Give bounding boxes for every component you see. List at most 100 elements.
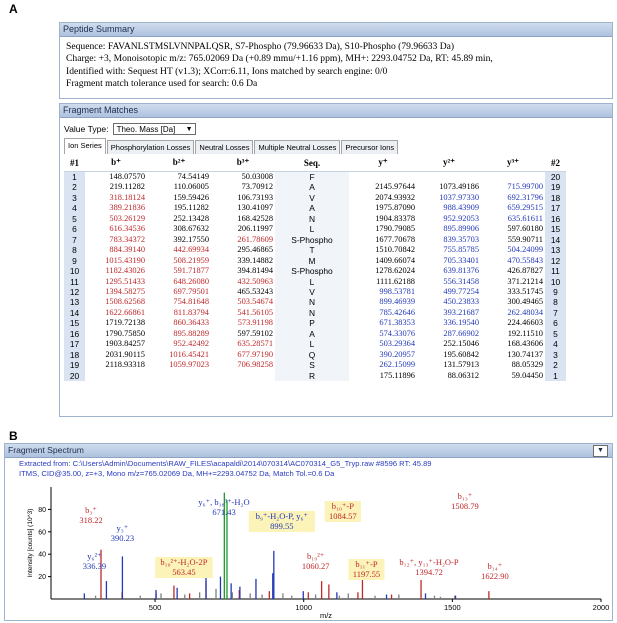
cell-y2: 556.31458 — [443, 276, 479, 286]
row-index-right: 10 — [545, 276, 566, 287]
cell-sequence-residue: N — [275, 297, 349, 308]
cell-b1: 1015.43190 — [105, 255, 145, 265]
cell-b1: 884.39140 — [109, 245, 145, 255]
tab-ion-series[interactable]: Ion Series — [64, 138, 106, 154]
fragment-matches-title: Fragment Matches — [60, 104, 612, 118]
peak-annotation-label: 1394.72 — [415, 567, 443, 577]
table-row[interactable]: 20 R 175.11896 88.06312 59.04450 1 — [64, 370, 566, 382]
cell-b1: 1394.58275 — [105, 286, 145, 296]
cell-sequence-residue: S — [275, 360, 349, 371]
table-row[interactable]: 10 1182.43026 591.71877 394.81494 S-Phospho 1… — [64, 266, 566, 277]
peak-annotation-label: 1084.57 — [329, 511, 357, 521]
peak-annotation-label: b₉⁺-H₂O-P, y₆⁺ — [256, 511, 309, 521]
table-row[interactable]: 16 1790.75850 895.88289 597.59102 A 574.33076… — [64, 328, 566, 340]
cell-y2: 705.33401 — [443, 255, 479, 265]
table-row[interactable]: 15 1719.72138 860.36433 573.91198 P 671.38353… — [64, 318, 566, 329]
cell-y2: 839.35703 — [443, 234, 479, 244]
cell-sequence-residue: P — [275, 318, 349, 329]
cell-b3: 394.81494 — [237, 266, 273, 276]
col-header-y3: y³⁺ — [481, 154, 545, 172]
cell-b3 — [211, 371, 275, 381]
col-header-idx2: #2 — [545, 154, 566, 172]
cell-y1: 671.38353 — [379, 318, 415, 328]
ion-tabs: Ion Series Phosphorylation Losses Neutra… — [64, 138, 399, 154]
table-row[interactable]: 13 1508.62568 754.81648 503.54674 N 899.46939… — [64, 297, 566, 308]
row-index-right: 18 — [545, 192, 566, 204]
y-tick-label: 40 — [38, 552, 46, 559]
spectrum-scan-info: ITMS, CID@35.00, z=+3, Mono m/z=765.0206… — [19, 469, 335, 478]
cell-b3: 106.73193 — [237, 192, 273, 202]
value-type-select[interactable]: Theo. Mass [Da] ▼ — [112, 123, 196, 135]
panel-label-b: B — [9, 429, 18, 443]
cell-y2: 1037.97330 — [439, 192, 479, 202]
cell-y3: 597.60180 — [507, 224, 543, 234]
spectrum-chart[interactable]: 500 1000 1500 2000 20 40 60 80 m/z Intensity [cou… — [5, 479, 610, 619]
cell-sequence-residue: A — [275, 182, 349, 193]
peak-annotation-label: y₆⁺, b₁₈³⁺-H₂O — [198, 497, 249, 507]
peptide-summary-text: Sequence: FAVANLSTMSLVNNPALQSR, S7-Phosp… — [60, 37, 612, 91]
row-index-right: 15 — [545, 224, 566, 235]
cell-y2: 895.89906 — [443, 224, 479, 234]
cell-b2: 252.13428 — [173, 213, 209, 223]
table-row[interactable]: 3 318.18124 159.59426 106.73193 V 2074.93932 1… — [64, 192, 566, 204]
cell-y1: 1409.66074 — [375, 255, 415, 265]
spectrum-dropdown-button[interactable]: ▼ — [593, 445, 608, 457]
col-header-y1: y⁺ — [349, 154, 417, 172]
cell-y1: 1510.70842 — [375, 245, 415, 255]
cell-sequence-residue: V — [275, 192, 349, 204]
x-tick-label: 1500 — [444, 603, 461, 612]
cell-y3: 504.24099 — [507, 245, 543, 255]
table-row[interactable]: 11 1295.51433 648.26080 432.50963 L 1111.6218… — [64, 276, 566, 287]
peak-annotation-label: b₁₁⁺-P — [355, 559, 377, 569]
tab-phosphorylation-losses[interactable]: Phosphorylation Losses — [106, 140, 195, 154]
table-row[interactable]: 4 389.21836 195.11282 130.41097 A 1975.87090 9… — [64, 203, 566, 214]
row-index-left: 12 — [64, 286, 85, 298]
peak-annotation-label: b₁₃⁺ — [458, 491, 473, 501]
table-row[interactable]: 12 1394.58275 697.79501 465.53243 V 998.53781… — [64, 286, 566, 298]
cell-y2: 952.92053 — [443, 213, 479, 223]
table-row[interactable]: 9 1015.43190 508.21959 339.14882 M 1409.66074… — [64, 255, 566, 267]
ion-series-table: #1 b⁺ b²⁺ b³⁺ Seq. y⁺ y²⁺ y³⁺ #2 1 148.07… — [64, 154, 566, 382]
table-row[interactable]: 7 783.34372 392.17550 261.78609 S-Phospho 167… — [64, 234, 566, 246]
y-tick-label: 20 — [38, 574, 46, 581]
table-row[interactable]: 6 616.34536 308.67632 206.11997 L 1790.79085 8… — [64, 224, 566, 235]
row-index-left: 1 — [64, 171, 85, 183]
peak-annotation-label: y₆²⁺ — [87, 551, 102, 561]
panel-label-a: A — [9, 2, 18, 16]
table-row[interactable]: 19 2118.93318 1059.97023 706.98258 S 262.1509… — [64, 360, 566, 371]
tab-precursor-ions[interactable]: Precursor Ions — [341, 140, 399, 154]
table-row[interactable]: 5 503.26129 252.13428 168.42528 N 1904.83378 9… — [64, 213, 566, 225]
cell-sequence-residue: N — [275, 213, 349, 225]
table-row[interactable]: 2 219.11282 110.06005 73.70912 A 2145.97644 10… — [64, 182, 566, 193]
cell-b2: 110.06005 — [173, 182, 209, 192]
cell-b3: 295.46865 — [237, 245, 273, 255]
row-index-right: 2 — [545, 360, 566, 371]
cell-b1: 219.11282 — [109, 182, 145, 192]
tab-neutral-losses[interactable]: Neutral Losses — [195, 140, 254, 154]
row-index-right: 13 — [545, 245, 566, 256]
value-type-selected: Theo. Mass [Da] — [116, 125, 176, 134]
cell-y2: 88.06312 — [447, 370, 479, 380]
cell-b2: 1059.97023 — [169, 360, 209, 370]
peak-annotation-label: 899.55 — [270, 521, 293, 531]
cell-sequence-residue: S-Phospho — [275, 234, 349, 246]
peak-annotation-label: b₁₀⁺-P — [332, 501, 354, 511]
cell-y3: 426.87827 — [507, 266, 543, 276]
cell-y2: 336.19540 — [443, 318, 479, 328]
table-row[interactable]: 18 2031.90115 1016.45421 677.97190 Q 390.2095… — [64, 349, 566, 361]
table-row[interactable]: 17 1903.84257 952.42492 635.28571 L 503.29364… — [64, 339, 566, 350]
cell-y2 — [417, 172, 481, 183]
table-row[interactable]: 14 1622.66861 811.83794 541.56105 N 785.42646… — [64, 307, 566, 319]
table-row[interactable]: 1 148.07570 74.54149 50.03008 F 20 — [64, 171, 566, 183]
row-index-left: 16 — [64, 328, 85, 340]
table-row[interactable]: 8 884.39140 442.69934 295.46865 T 1510.70842 7… — [64, 245, 566, 256]
cell-y1: 1790.79085 — [375, 224, 415, 234]
peak-annotation-label: 563.45 — [172, 567, 195, 577]
cell-b1: 1182.43026 — [105, 266, 145, 276]
row-index-left: 18 — [64, 349, 85, 361]
cell-y3: 88.05329 — [511, 360, 543, 370]
tab-multiple-neutral-losses[interactable]: Multiple Neutral Losses — [254, 140, 341, 154]
value-type-control: Value Type: Theo. Mass [Da] ▼ — [64, 123, 196, 135]
cell-b2: 508.21959 — [173, 255, 209, 265]
row-index-right: 4 — [545, 339, 566, 350]
